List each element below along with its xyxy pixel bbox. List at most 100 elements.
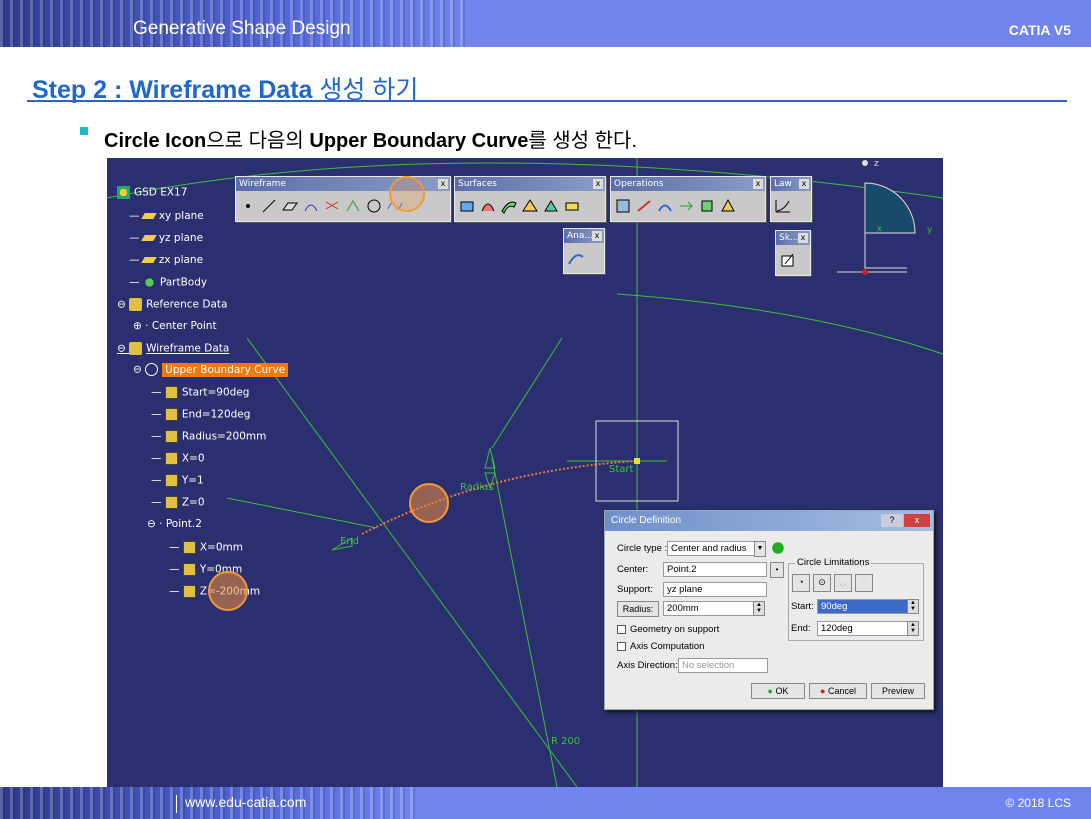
instruction-part3: Upper Boundary Curve [309, 130, 529, 152]
tree-param-end[interactable]: — End=120deg [151, 408, 250, 421]
sweep-icon[interactable] [500, 197, 518, 215]
circle-type-select[interactable]: Center and radius [667, 541, 765, 556]
tree-item-wireframe-data[interactable]: ⊖ Wireframe Data [117, 342, 229, 355]
help-icon[interactable]: ? [881, 514, 903, 527]
multisection-icon[interactable] [542, 197, 560, 215]
whole-circle-icon[interactable]: ⊙ [813, 574, 831, 592]
tree-xy-label: xy plane [158, 210, 204, 222]
trimmed-circle-icon[interactable]: ◡ [834, 574, 852, 592]
geometry-on-support-label: Geometry on support [630, 624, 720, 635]
tree-item-yz-plane[interactable]: — yz plane [129, 232, 203, 244]
point-options-button[interactable]: • [770, 562, 784, 578]
toolbar-law: Law x [770, 176, 812, 222]
cancel-button[interactable]: ● Cancel [809, 683, 867, 699]
part-arc-icon[interactable]: ◔ [792, 574, 810, 592]
toolbar-operations-title: Operations x [611, 177, 765, 191]
split-icon[interactable] [635, 197, 653, 215]
close-icon[interactable]: x [798, 233, 808, 243]
geometry-on-support-checkbox[interactable] [617, 625, 626, 634]
extrapolate-icon[interactable] [698, 197, 716, 215]
radius-spinner[interactable]: ▲ ▼ [753, 601, 765, 616]
start-angle-field[interactable]: 90deg [817, 599, 909, 614]
tree-item-zx-plane[interactable]: — zx plane [129, 254, 203, 266]
start-spinner[interactable]: ▲ ▼ [907, 599, 919, 614]
globe-icon[interactable] [770, 540, 786, 556]
close-icon[interactable]: x [799, 179, 809, 189]
plane-icon[interactable] [281, 197, 299, 215]
axis-direction-field[interactable]: No selection [678, 658, 768, 673]
header-product: CATIA V5 [1008, 22, 1071, 38]
axis-computation-checkbox[interactable] [617, 642, 626, 651]
extrude-icon[interactable] [458, 197, 476, 215]
close-icon[interactable]: x [592, 231, 602, 241]
cancel-label: Cancel [827, 686, 856, 696]
translate-icon[interactable] [677, 197, 695, 215]
radius-field[interactable]: 200mm [663, 601, 755, 616]
projection-icon[interactable] [302, 197, 320, 215]
toolbar-analysis-title: Ana... x [564, 229, 604, 243]
tree-wireframe-label: Wireframe Data [146, 342, 230, 355]
end-angle-field[interactable]: 120deg [817, 621, 909, 636]
tree-item-point2[interactable]: ⊖ · Point.2 [147, 518, 202, 530]
tree-item-upper-boundary-curve[interactable]: ⊖ Upper Boundary Curve [133, 362, 289, 377]
tree-item-xy-plane[interactable]: — xy plane [129, 210, 204, 222]
tree-start-label: Start=90deg [181, 386, 250, 399]
tree-item-partbody[interactable]: — PartBody [129, 276, 207, 289]
fill-icon[interactable] [521, 197, 539, 215]
highlight-radius [409, 483, 449, 523]
tree-curve-label: Upper Boundary Curve [162, 362, 289, 377]
intersection-icon[interactable] [323, 197, 341, 215]
end-label: End: [791, 623, 811, 634]
axis-computation-label: Axis Computation [630, 641, 705, 652]
revolve-icon[interactable] [479, 197, 497, 215]
sketcher-icon[interactable] [779, 251, 797, 269]
end-label: End [340, 536, 360, 547]
circle-definition-dialog: Circle Definition ? x Circle type : Cent… [604, 510, 934, 710]
tree-point2-label: Point.2 [165, 518, 202, 530]
circle-type-label: Circle type : [617, 543, 668, 554]
toolbar-surfaces-title: Surfaces x [455, 177, 605, 191]
fillet-icon[interactable] [656, 197, 674, 215]
tree-item-center-point[interactable]: ⊕ · Center Point [133, 320, 217, 332]
offset-icon[interactable] [344, 197, 362, 215]
preview-button[interactable]: Preview [871, 683, 925, 699]
tree-z-label: Z=0 [181, 496, 205, 509]
support-label: Support: [617, 584, 653, 595]
line-icon[interactable] [260, 197, 278, 215]
end-spinner[interactable]: ▲ ▼ [907, 621, 919, 636]
circle-tool-icon[interactable] [365, 197, 383, 215]
tree-root[interactable]: GSD EX17 [117, 186, 187, 199]
chevron-down-icon[interactable]: ▼ [754, 541, 766, 557]
tree-item-reference-data[interactable]: ⊖ Reference Data [117, 298, 227, 311]
analysis-icon[interactable] [567, 249, 585, 267]
complementary-circle-icon[interactable]: ◌ [855, 574, 873, 592]
join-icon[interactable] [614, 197, 632, 215]
blend-icon[interactable] [563, 197, 581, 215]
close-icon[interactable]: x [593, 179, 603, 189]
tree-param-x[interactable]: — X=0 [151, 452, 205, 465]
footer-url: www.edu-catia.com [185, 794, 307, 810]
radius-button[interactable]: Radius: [617, 601, 659, 617]
tree-param-start[interactable]: — Start=90deg [151, 386, 249, 399]
r200-label: R 200 [551, 736, 581, 747]
close-icon[interactable]: x [438, 179, 448, 189]
close-icon[interactable]: x [753, 179, 763, 189]
gear-icon [117, 186, 130, 199]
boundary-icon[interactable] [719, 197, 737, 215]
tree-param-radius[interactable]: — Radius=200mm [151, 430, 266, 443]
support-field[interactable]: yz plane [663, 582, 767, 597]
footer-divider [176, 795, 177, 813]
law-icon[interactable] [774, 197, 792, 215]
close-icon[interactable]: x [904, 514, 930, 527]
parameter-icon [164, 408, 178, 421]
tree-param-y[interactable]: — Y=1 [151, 474, 204, 487]
tree-px-label: X=0mm [199, 541, 243, 554]
point-icon[interactable] [239, 197, 257, 215]
tree-param-z[interactable]: — Z=0 [151, 496, 205, 509]
toolbar-sketch-label: Sk... [779, 233, 799, 243]
tree-param-px[interactable]: — X=0mm [169, 541, 243, 554]
dialog-title: Circle Definition [611, 515, 682, 526]
ok-button[interactable]: ● OK [751, 683, 805, 699]
center-field[interactable]: Point.2 [663, 562, 767, 577]
ok-label: OK [775, 686, 789, 696]
